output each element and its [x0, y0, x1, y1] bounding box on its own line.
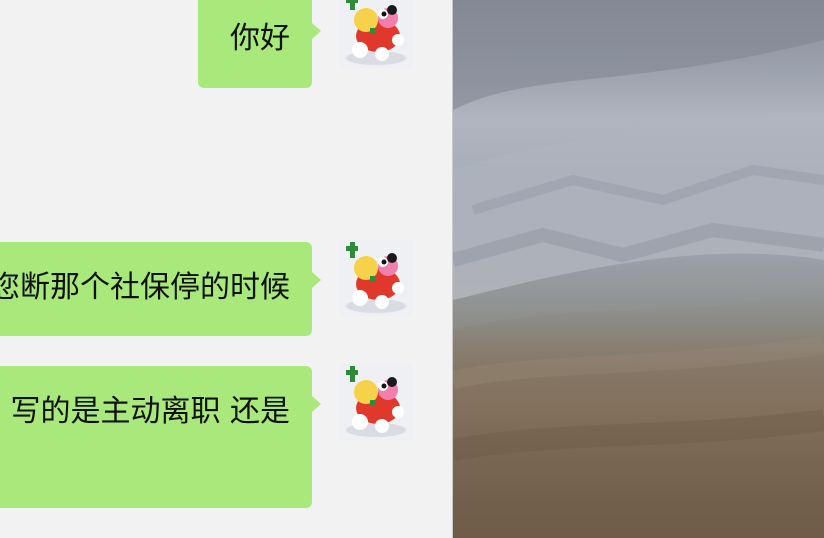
message-text: 你好: [230, 21, 290, 56]
message-text: 咨询一下公司给您断那个社保停的时候: [0, 270, 290, 305]
mountain-landscape-image: [453, 0, 824, 538]
avatar[interactable]: [338, 0, 414, 68]
cartoon-toy-dog-avatar-icon: [338, 0, 414, 68]
message-bubble[interactable]: 咨询一下公司给您断那个社保停的时候: [0, 242, 321, 336]
message-text: 写的是主动离职 还是: [10, 394, 290, 429]
chat-message-pane[interactable]: 你好 咨询一下公司给您断那个社保停的时候: [0, 0, 452, 538]
avatar[interactable]: [338, 364, 414, 440]
desktop-wallpaper: [453, 0, 824, 538]
avatar[interactable]: [338, 240, 414, 316]
screen: 你好 咨询一下公司给您断那个社保停的时候: [0, 0, 824, 538]
bubble-tail: [312, 23, 321, 39]
cartoon-toy-dog-avatar-icon: [338, 240, 414, 316]
bubble-tail: [312, 396, 321, 412]
message-bubble[interactable]: 你好: [198, 0, 321, 88]
message-bubble[interactable]: 写的是主动离职 还是: [0, 366, 321, 508]
cartoon-toy-dog-avatar-icon: [338, 364, 414, 440]
bubble-tail: [312, 272, 321, 288]
